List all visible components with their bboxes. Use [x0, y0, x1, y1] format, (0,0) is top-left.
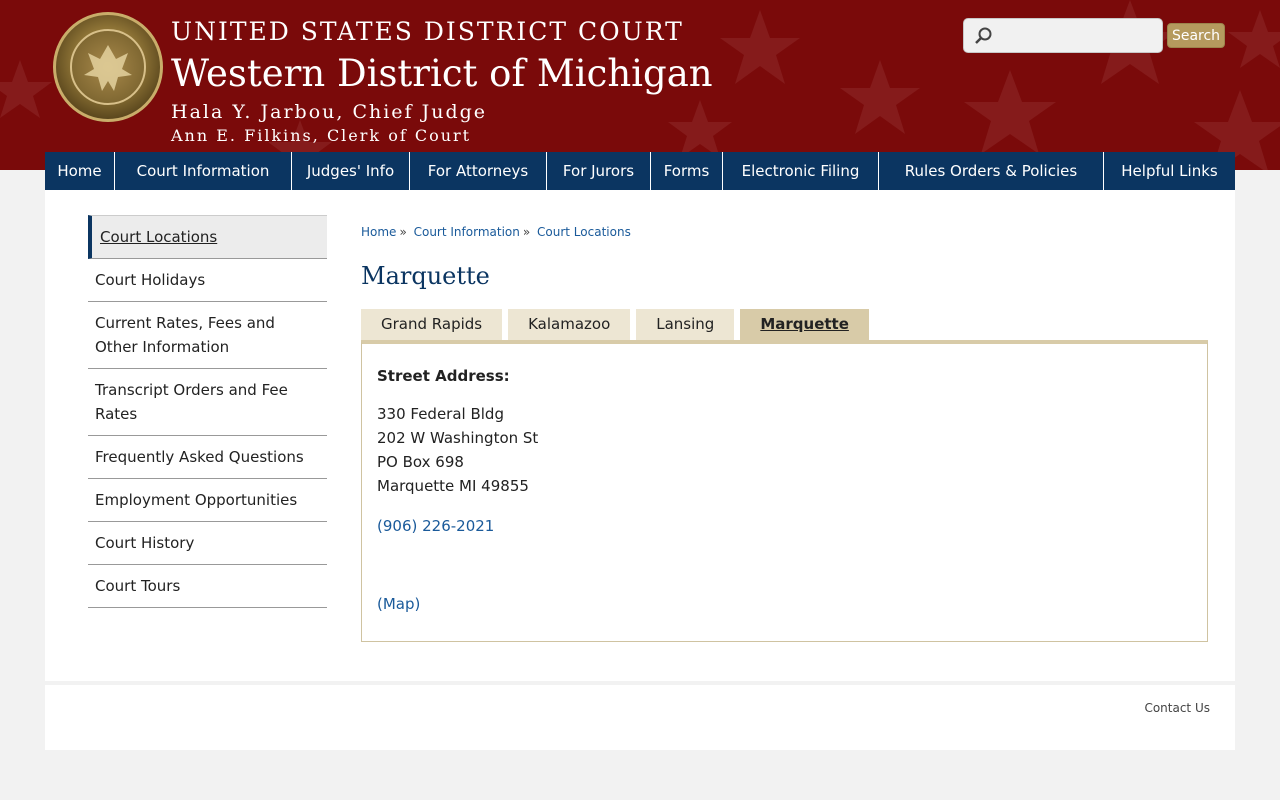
magnifier-icon — [974, 26, 994, 50]
street-address: 330 Federal Bldg 202 W Washington St PO … — [377, 402, 538, 498]
court-seal-icon — [53, 12, 163, 122]
address-line: PO Box 698 — [377, 453, 464, 471]
breadcrumb-court-information[interactable]: Court Information — [414, 225, 520, 239]
phone-link[interactable]: (906) 226-2021 — [377, 517, 494, 535]
star-shape — [0, 60, 52, 118]
breadcrumb-separator: » — [522, 225, 531, 239]
star-shape — [720, 10, 800, 84]
sidebar-item-court-history[interactable]: Court History — [88, 522, 327, 565]
sidebar-item-faq[interactable]: Frequently Asked Questions — [88, 436, 327, 479]
district-name[interactable]: Western District of Michigan — [171, 52, 713, 95]
tab-grand-rapids[interactable]: Grand Rapids — [361, 309, 503, 340]
nav-rules-orders-policies[interactable]: Rules Orders & Policies — [879, 152, 1104, 190]
nav-for-jurors[interactable]: For Jurors — [547, 152, 651, 190]
nav-electronic-filing[interactable]: Electronic Filing — [723, 152, 879, 190]
breadcrumb-home[interactable]: Home — [361, 225, 396, 239]
tab-lansing[interactable]: Lansing — [636, 309, 735, 340]
star-shape — [1228, 10, 1280, 68]
star-shape — [840, 60, 920, 134]
page-title: Marquette — [361, 262, 490, 290]
tab-marquette[interactable]: Marquette — [740, 309, 869, 340]
sidebar-menu: Court Locations Court Holidays Current R… — [88, 215, 327, 608]
court-name-top: UNITED STATES DISTRICT COURT — [171, 17, 684, 46]
nav-judges-info[interactable]: Judges' Info — [292, 152, 410, 190]
breadcrumb-court-locations[interactable]: Court Locations — [537, 225, 631, 239]
address-line: 330 Federal Bldg — [377, 405, 504, 423]
address-line: 202 W Washington St — [377, 429, 539, 447]
nav-helpful-links[interactable]: Helpful Links — [1104, 152, 1235, 190]
nav-for-attorneys[interactable]: For Attorneys — [410, 152, 547, 190]
star-shape — [668, 100, 732, 158]
sidebar-item-court-tours[interactable]: Court Tours — [88, 565, 327, 608]
location-tabs: Grand Rapids Kalamazoo Lansing Marquette — [361, 309, 875, 340]
search-input[interactable] — [963, 18, 1163, 53]
sidebar-item-employment[interactable]: Employment Opportunities — [88, 479, 327, 522]
street-address-label: Street Address: — [377, 367, 510, 385]
site-footer: Contact Us — [45, 685, 1235, 750]
nav-home[interactable]: Home — [45, 152, 115, 190]
breadcrumb-separator: » — [399, 225, 407, 239]
sidebar-item-transcript-orders[interactable]: Transcript Orders and Fee Rates — [88, 369, 327, 436]
chief-judge: Hala Y. Jarbou, Chief Judge — [171, 101, 488, 123]
map-link[interactable]: (Map) — [377, 595, 420, 613]
sidebar-item-court-holidays[interactable]: Court Holidays — [88, 259, 327, 302]
tab-kalamazoo[interactable]: Kalamazoo — [508, 309, 631, 340]
address-line: Marquette MI 49855 — [377, 477, 529, 495]
sidebar-item-court-locations[interactable]: Court Locations — [88, 215, 327, 259]
site-header: UNITED STATES DISTRICT COURT Western Dis… — [0, 0, 1280, 170]
nav-court-information[interactable]: Court Information — [115, 152, 292, 190]
main-nav: Home Court Information Judges' Info For … — [45, 152, 1235, 190]
breadcrumb: Home» Court Information» Court Locations — [361, 225, 631, 239]
nav-forms[interactable]: Forms — [651, 152, 723, 190]
sidebar-item-current-rates[interactable]: Current Rates, Fees and Other Informatio… — [88, 302, 327, 369]
star-shape — [964, 70, 1056, 154]
tab-panel: Street Address: 330 Federal Bldg 202 W W… — [361, 340, 1208, 642]
search-button[interactable]: Search — [1167, 23, 1225, 48]
contact-us-link[interactable]: Contact Us — [1144, 701, 1210, 715]
clerk-of-court: Ann E. Filkins, Clerk of Court — [171, 126, 472, 145]
